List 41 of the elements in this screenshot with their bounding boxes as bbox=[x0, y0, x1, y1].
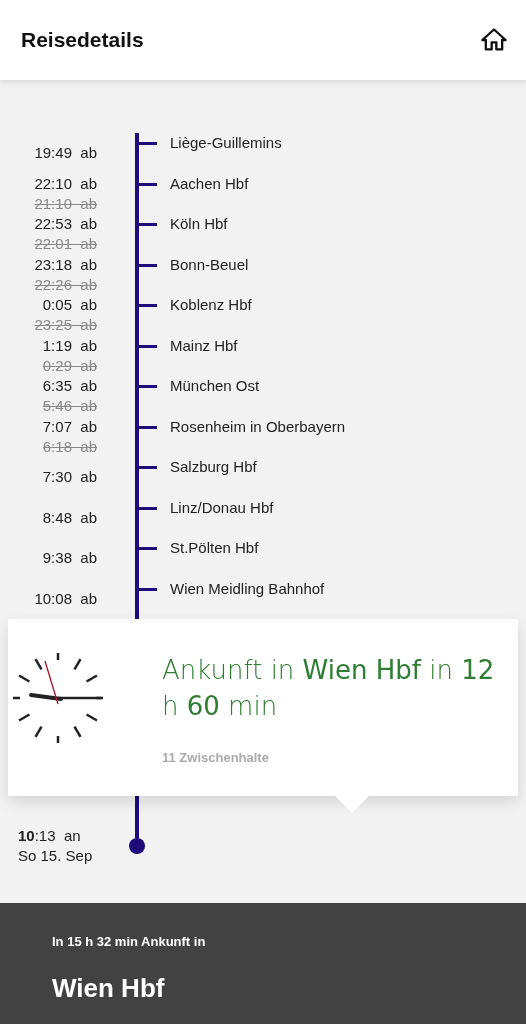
planned-time: 21:10 ab bbox=[34, 193, 97, 214]
arrival-headline: Ankunft in Wien Hbf in 12 h 60 min bbox=[162, 654, 496, 723]
departure-time: 0:05 ab bbox=[42, 295, 97, 315]
arrival-date: So 15. Sep bbox=[18, 846, 94, 866]
station-name[interactable]: Koblenz Hbf bbox=[137, 295, 526, 315]
clock-icon bbox=[13, 653, 103, 743]
arrival-time: 10:13 an bbox=[18, 826, 82, 846]
departure-time: 7:30 ab bbox=[42, 467, 97, 487]
screen-title: Reisedetails bbox=[21, 28, 144, 52]
departure-time: 7:07 ab bbox=[42, 416, 97, 437]
station-name[interactable]: Aachen Hbf bbox=[137, 173, 526, 194]
departure-time: 9:38 ab bbox=[42, 548, 97, 568]
intermediate-stops: 11 Zwischenhalte bbox=[162, 750, 270, 765]
station-name[interactable]: Rosenheim in Oberbayern bbox=[137, 416, 526, 437]
arrival-countdown: In 15 h 32 min Ankunft in bbox=[52, 934, 207, 949]
home-button[interactable] bbox=[480, 26, 508, 54]
departure-time: 23:18 ab bbox=[34, 254, 97, 275]
departure-time: 1:19 ab bbox=[42, 335, 97, 356]
departure-time: 19:49 ab bbox=[34, 143, 97, 163]
station-name[interactable]: Salzburg Hbf bbox=[137, 457, 526, 477]
planned-time: 23:25 ab bbox=[34, 315, 97, 335]
destination-name: Wien Hbf bbox=[52, 973, 166, 1004]
station-name[interactable]: München Ost bbox=[137, 376, 526, 396]
departure-time: 6:35 ab bbox=[42, 376, 97, 396]
departure-time: 10:08 ab bbox=[34, 588, 97, 609]
home-icon bbox=[480, 26, 508, 54]
station-name[interactable]: Liège-Guillemins bbox=[137, 133, 526, 153]
planned-time: 22:01 ab bbox=[34, 234, 97, 254]
station-name[interactable]: Bonn-Beuel bbox=[137, 254, 526, 275]
departure-time: 22:53 ab bbox=[34, 214, 97, 234]
departure-time: 22:10 ab bbox=[34, 173, 97, 194]
planned-time: 22:26 ab bbox=[34, 274, 97, 295]
planned-time: 0:29 ab bbox=[42, 355, 97, 376]
station-name[interactable]: Wien Meidling Bahnhof bbox=[137, 578, 526, 599]
station-name[interactable]: Mainz Hbf bbox=[137, 335, 526, 356]
station-name[interactable]: Linz/Donau Hbf bbox=[137, 497, 526, 518]
planned-time: 6:18 ab bbox=[42, 436, 97, 457]
station-name[interactable]: Köln Hbf bbox=[137, 214, 526, 234]
departure-time: 8:48 ab bbox=[42, 507, 97, 528]
planned-time: 5:46 ab bbox=[42, 396, 97, 416]
station-name[interactable]: St.Pölten Hbf bbox=[137, 538, 526, 558]
